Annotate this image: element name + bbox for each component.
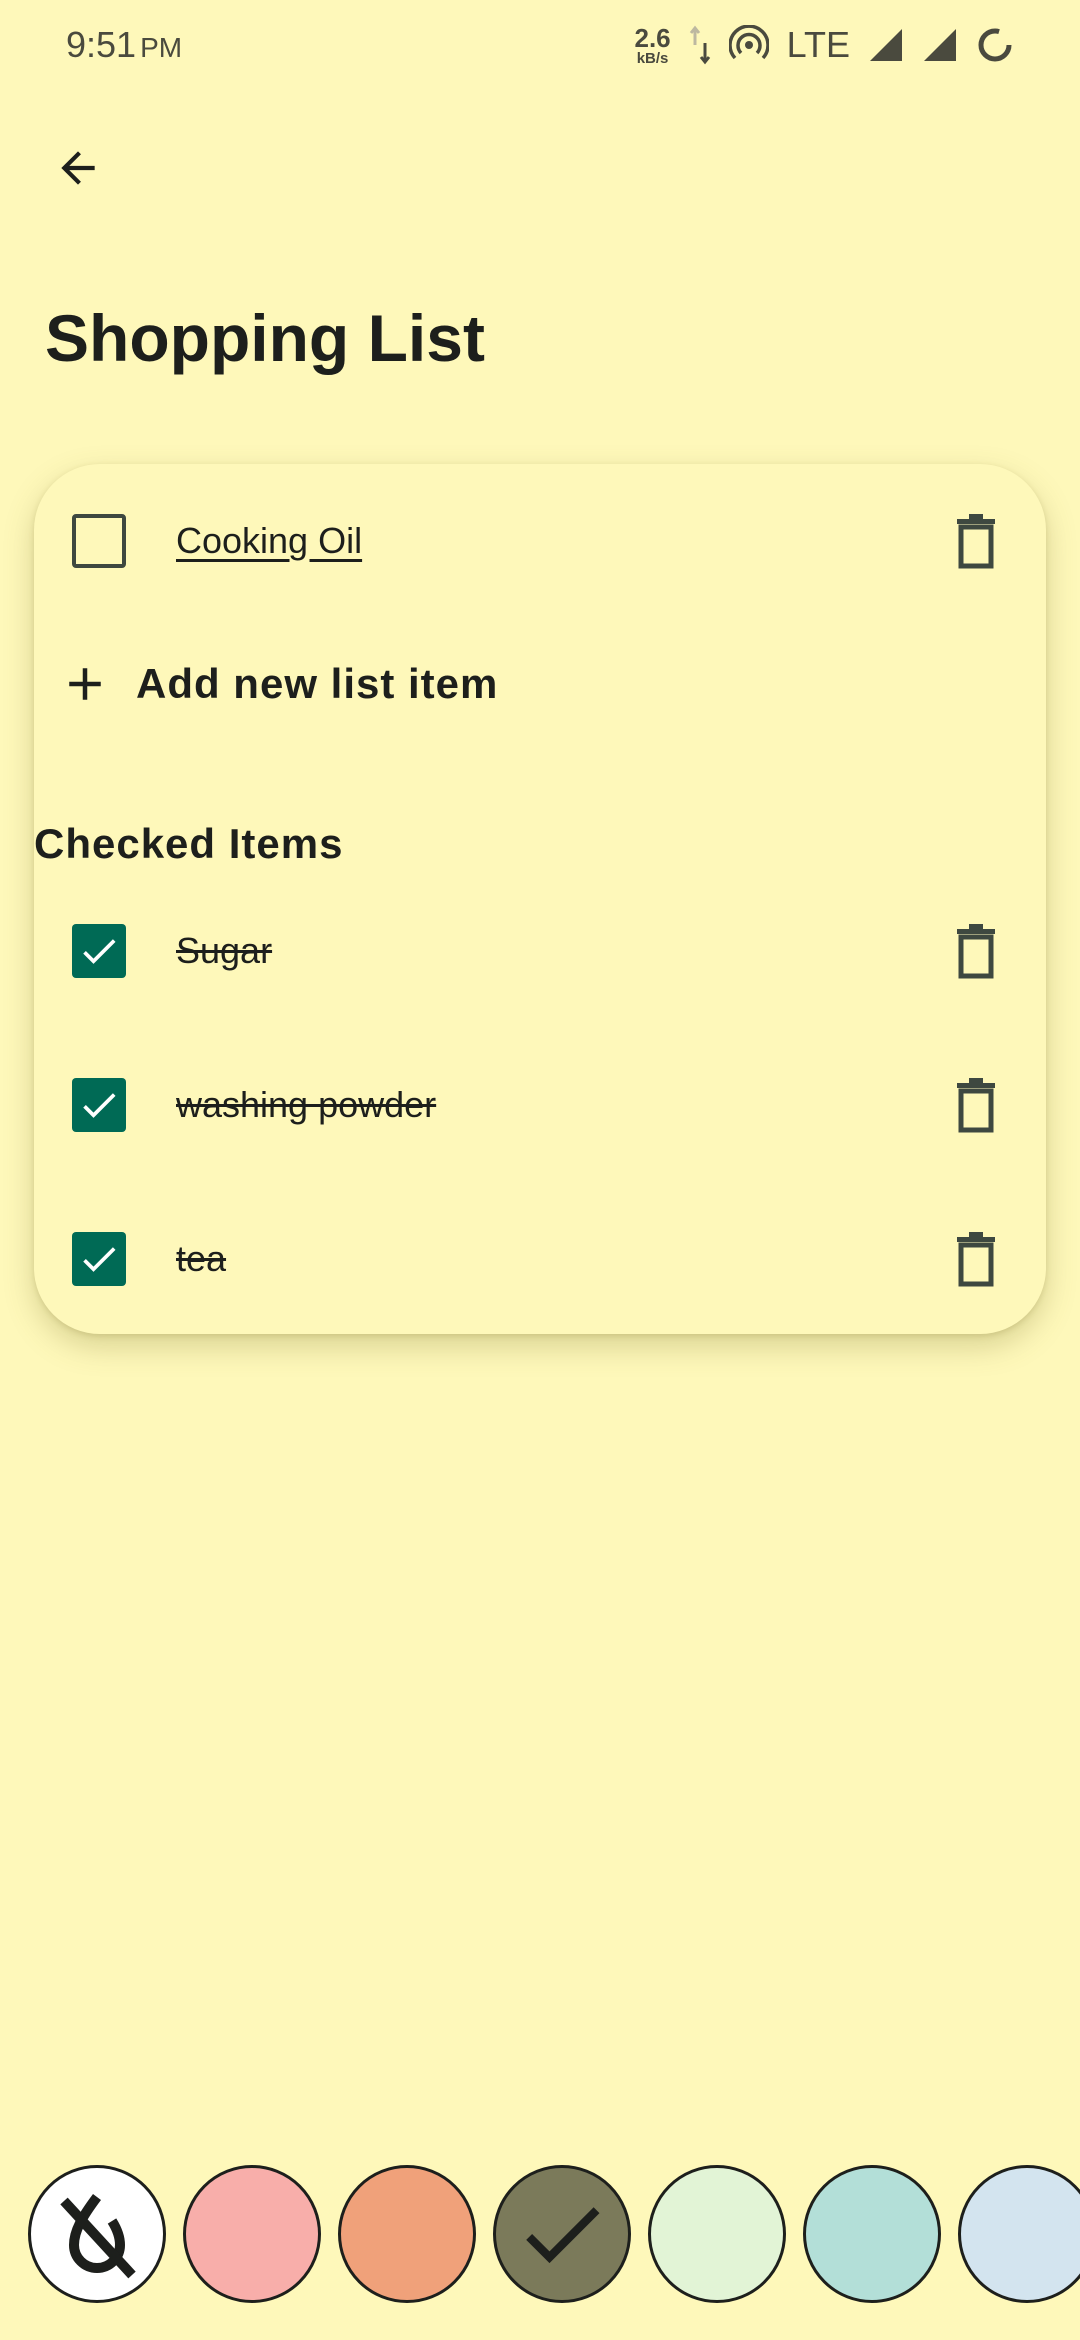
swatch-no-color[interactable]	[28, 2165, 166, 2303]
list-item: washing powder	[34, 1050, 1046, 1160]
data-arrows-icon	[689, 25, 710, 65]
network-type: LTE	[786, 24, 850, 65]
item-text[interactable]: Cooking Oil	[176, 520, 362, 562]
delete-item-button[interactable]	[946, 1224, 1006, 1294]
swatch-red[interactable]	[183, 2165, 321, 2303]
add-item-label: Add new list item	[136, 660, 499, 707]
swatch-blue[interactable]	[958, 2165, 1080, 2303]
trash-icon	[957, 1078, 995, 1133]
delete-item-button[interactable]	[946, 506, 1006, 576]
swatch-teal[interactable]	[803, 2165, 941, 2303]
checklist-card: Cooking Oil Add new list item Checked It…	[34, 464, 1046, 1334]
page-title[interactable]: Shopping List	[45, 300, 485, 376]
swatch-olive[interactable]	[493, 2165, 631, 2303]
status-bar: 9:51 PM 2.6 kB/s LTE	[0, 0, 1080, 90]
item-text[interactable]: Sugar	[176, 930, 272, 972]
list-item: tea	[34, 1204, 1046, 1314]
status-time: 9:51 PM	[66, 24, 182, 66]
clock-ampm: PM	[140, 32, 183, 63]
check-icon	[83, 1093, 116, 1118]
trash-icon	[957, 1232, 995, 1287]
no-color-icon	[60, 2194, 136, 2279]
swatch-orange[interactable]	[338, 2165, 476, 2303]
item-text[interactable]: washing powder	[176, 1084, 436, 1126]
list-item: Sugar	[34, 896, 1046, 1006]
check-icon	[83, 939, 116, 964]
battery-saver-icon	[978, 28, 1012, 62]
check-icon	[526, 2207, 600, 2264]
plus-icon	[69, 668, 101, 700]
trash-icon	[957, 514, 995, 569]
swatch-green[interactable]	[648, 2165, 786, 2303]
item-text[interactable]: tea	[176, 1238, 226, 1280]
clock-time: 9:51	[66, 24, 137, 65]
delete-item-button[interactable]	[946, 1070, 1006, 1140]
checked-section-title: Checked Items	[34, 820, 344, 867]
color-picker	[0, 2165, 1080, 2305]
item-checkbox[interactable]	[72, 1232, 126, 1286]
trash-icon	[957, 924, 995, 979]
net-speed-value: 2.6	[634, 22, 671, 53]
delete-item-button[interactable]	[946, 916, 1006, 986]
item-checkbox[interactable]	[72, 924, 126, 978]
add-item-button[interactable]: Add new list item	[58, 644, 498, 724]
net-speed-unit: kB/s	[636, 49, 669, 67]
net-speed: 2.6 kB/s	[634, 25, 670, 66]
check-icon	[83, 1247, 116, 1272]
list-item: Cooking Oil	[34, 486, 1046, 596]
arrow-back-icon	[61, 151, 95, 185]
item-checkbox[interactable]	[72, 1078, 126, 1132]
status-icons: 2.6 kB/s LTE	[634, 24, 1014, 66]
signal-icon	[924, 29, 956, 61]
item-checkbox[interactable]	[72, 514, 126, 568]
back-button[interactable]	[40, 130, 116, 206]
hotspot-icon	[728, 25, 769, 60]
signal-icon	[870, 29, 902, 61]
